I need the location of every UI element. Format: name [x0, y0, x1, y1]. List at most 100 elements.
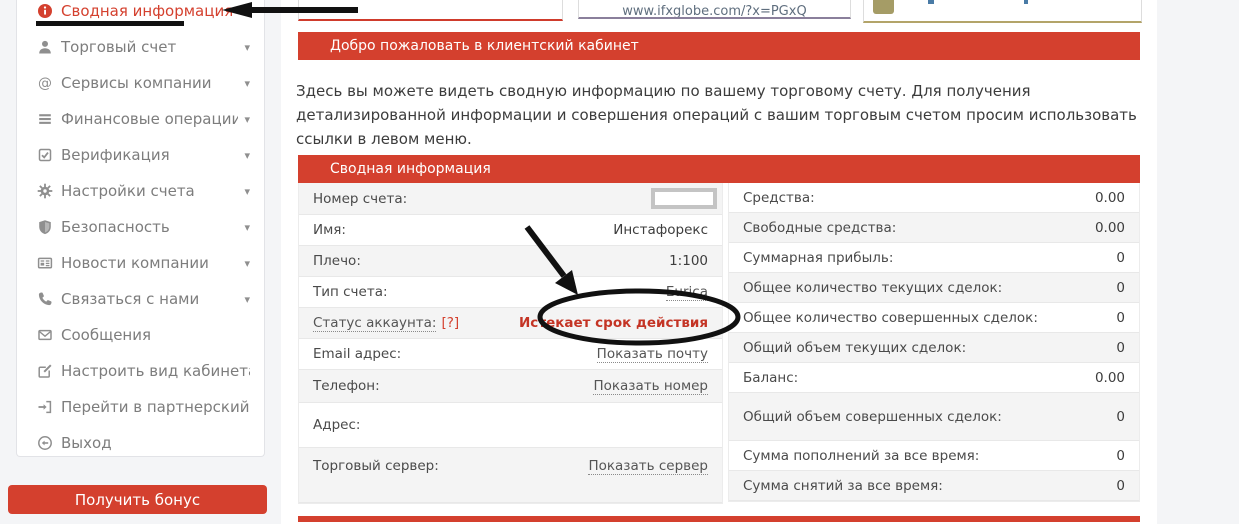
row-label: Общий объем текущих сделок: [743, 340, 966, 356]
chevron-down-icon[interactable]: ▾ [244, 149, 250, 162]
row-label: Общее количество текущих сделок: [743, 280, 1002, 296]
newspaper-icon [37, 255, 53, 271]
row-label: Свободные средства: [743, 220, 896, 236]
row-label: Общий объем совершенных сделок: [743, 409, 1002, 425]
sidebar-item-company-services[interactable]: @ Сервисы компании ▾ [17, 65, 264, 101]
summary-tables: Номер счета:Имя:ИнстафорексПлечо:1:100Ти… [298, 183, 1140, 504]
logout-icon [37, 435, 53, 451]
sidebar: Сводная информация Торговый счет▾ @ Сервисы… [16, 0, 265, 457]
row-label: Адрес: [313, 417, 360, 433]
sidebar-item-summary[interactable]: Сводная информация [17, 0, 264, 29]
cutoff-icon-placeholder [873, 0, 894, 14]
table-row-address: Адрес: [299, 403, 722, 448]
envelope-icon [37, 327, 53, 343]
row-label: Плечо: [313, 253, 361, 269]
referral-url-link[interactable]: www.ifxglobe.com/?x=PGxQ [622, 4, 806, 19]
row-label: Торговый сервер: [313, 458, 439, 474]
main-content: Добро пожаловать в клиентский кабинет Зд… [281, 0, 1157, 524]
redacted-value-box [651, 188, 717, 209]
sidebar-item-customize-cabinet[interactable]: Настроить вид кабинета [17, 353, 264, 389]
sidebar-item-partner-cabinet[interactable]: Перейти в партнерский кабинет [17, 389, 264, 425]
sidebar-item-logout[interactable]: Выход [17, 425, 264, 461]
sidebar-item-messages[interactable]: Сообщения [17, 317, 264, 353]
table-row-open-trades-count: Общее количество текущих сделок: 0 [729, 273, 1139, 303]
sidebar-item-contact-us[interactable]: Связаться с нами▾ [17, 281, 264, 317]
table-row-email: Email адрес:Показать почту [299, 339, 722, 370]
sidebar-item-finance-operations[interactable]: Финансовые операции ▾ [17, 101, 264, 137]
row-value: Истекает срок действия [519, 315, 708, 331]
row-label: Средства: [743, 190, 815, 206]
row-label: Сумма пополнений за все время: [743, 448, 979, 464]
check-square-icon [37, 147, 53, 163]
row-value: 0 [1116, 280, 1125, 296]
chevron-down-icon[interactable]: ▾ [244, 77, 250, 90]
chevron-down-icon[interactable]: ▾ [244, 113, 250, 126]
welcome-banner-title: Добро пожаловать в клиентский кабинет [330, 38, 639, 54]
next-section-banner-cutoff [298, 516, 1140, 522]
table-row-closed-trades-count: Общее количество совершенных сделок:0 [729, 303, 1139, 333]
sidebar-item-label: Сервисы компании [61, 74, 238, 92]
row-value: 0 [1116, 340, 1125, 356]
table-row-name: Имя: Инстафорекс [299, 215, 722, 246]
chevron-down-icon[interactable]: ▾ [244, 293, 250, 306]
row-value: 1:100 [669, 253, 708, 269]
sidebar-item-company-news[interactable]: Новости компании ▾ [17, 245, 264, 281]
welcome-banner: Добро пожаловать в клиентский кабинет [298, 32, 1140, 60]
sidebar-item-label: Выход [61, 434, 250, 452]
info-icon [37, 3, 53, 19]
table-row-total-withdrawals: Сумма снятий за все время:0 [729, 471, 1139, 501]
sidebar-item-label: Сообщения [61, 326, 250, 344]
row-value[interactable]: Показать номер [593, 378, 708, 395]
svg-text:@: @ [38, 76, 52, 92]
table-row-account-type: Тип счета: Eurica [299, 277, 722, 308]
account-info-table: Номер счета:Имя:ИнстафорексПлечо:1:100Ти… [298, 183, 723, 504]
top-panel-right-cutoff [863, 0, 1142, 23]
chevron-down-icon[interactable]: ▾ [244, 257, 250, 270]
sidebar-item-label: Сводная информация [61, 2, 250, 20]
sidebar-item-label: Новости компании [61, 254, 238, 272]
sidebar-item-label: Настройки счета [61, 182, 238, 200]
sidebar-item-label: Безопасность [61, 218, 238, 236]
signin-icon [37, 399, 53, 415]
table-row-balance: Баланс:0.00 [729, 363, 1139, 393]
sidebar-item-security[interactable]: Безопасность ▾ [17, 209, 264, 245]
sidebar-item-label: Настроить вид кабинета [61, 362, 250, 380]
row-label: Имя: [313, 222, 346, 238]
table-row-total-deposits: Сумма пополнений за все время:0 [729, 441, 1139, 471]
account-stats-table: Средства: 0.00 Свободные средства: 0.00 Сумм… [728, 183, 1140, 502]
get-bonus-button[interactable]: Получить бонус [8, 485, 267, 514]
table-row-closed-trades-volume: Общий объем совершенных сделок: 0 [729, 393, 1139, 441]
row-value: 0 [1116, 409, 1125, 425]
user-icon [37, 39, 53, 55]
row-value: 0 [1116, 250, 1125, 266]
row-label: Тип счета: [313, 284, 388, 300]
chevron-down-icon[interactable]: ▾ [244, 221, 250, 234]
chevron-down-icon[interactable]: ▾ [244, 41, 250, 54]
row-label: Общее количество совершенных сделок: [743, 310, 1038, 326]
cutoff-text-stub [1024, 0, 1028, 4]
help-icon[interactable]: [?] [441, 315, 459, 331]
row-value: Инстафорекс [613, 222, 708, 238]
row-value: 0.00 [1095, 190, 1125, 206]
sidebar-item-verification[interactable]: Верификация ▾ [17, 137, 264, 173]
top-panel-left-cutoff [298, 0, 563, 21]
table-row-open-trades-volume: Общий объем текущих сделок: 0 [729, 333, 1139, 363]
row-value[interactable]: Eurica [666, 284, 708, 301]
table-row-phone: Телефон:Показать номер [299, 370, 722, 403]
shield-icon [37, 219, 53, 235]
table-row-account-status: Статус аккаунта: [?] Истекает срок действи… [299, 308, 722, 339]
row-value[interactable]: Показать сервер [588, 458, 708, 475]
sidebar-item-trading-account[interactable]: Торговый счет▾ [17, 29, 264, 65]
row-value[interactable]: Показать почту [597, 346, 708, 363]
sidebar-item-account-settings[interactable]: Настройки счета ▾ [17, 173, 264, 209]
sidebar-item-label: Финансовые операции [61, 110, 238, 128]
table-row-trading-server: Торговый сервер: Показать сервер [299, 448, 722, 503]
sidebar-item-label: Перейти в партнерский кабинет [61, 398, 250, 416]
table-row-equity: Средства: 0.00 [729, 183, 1139, 213]
top-panel-url-cutoff: www.ifxglobe.com/?x=PGxQ [578, 0, 851, 19]
row-label[interactable]: Статус аккаунта: [313, 315, 436, 332]
summary-banner: Сводная информация [298, 155, 1140, 183]
sidebar-item-label: Верификация [61, 146, 238, 164]
gear-icon [37, 183, 53, 199]
chevron-down-icon[interactable]: ▾ [244, 185, 250, 198]
